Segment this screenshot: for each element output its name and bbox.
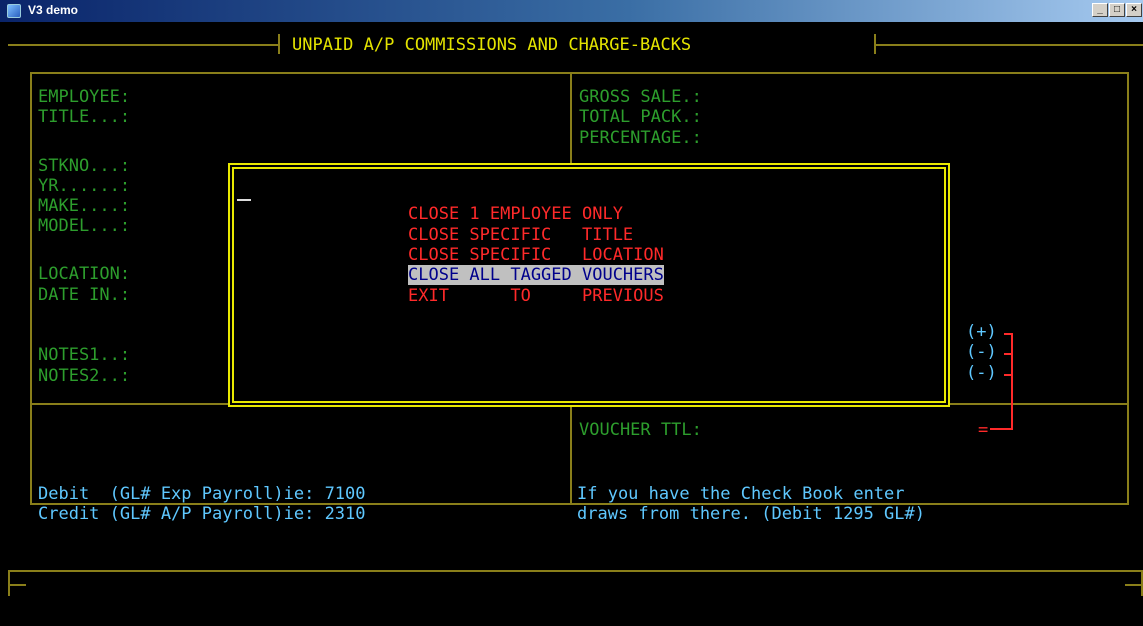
label-notes2: NOTES2..: [38, 366, 131, 386]
menu-item-close-title[interactable]: CLOSE SPECIFIC TITLE [408, 225, 633, 245]
bracket-vertical [1011, 333, 1013, 430]
label-stkno: STKNO...: [38, 156, 131, 176]
status-tick-right [1125, 584, 1143, 586]
calc-minus-2: (-) [966, 363, 997, 383]
status-edge-left [8, 570, 10, 596]
debit-gl-note: Debit (GL# Exp Payroll)ie: 7100 [38, 484, 366, 504]
menu-item-exit[interactable]: EXIT TO PREVIOUS [408, 286, 664, 306]
label-notes1: NOTES1..: [38, 345, 131, 365]
calc-minus-1: (-) [966, 342, 997, 362]
label-total-pack: TOTAL PACK.: [579, 107, 702, 127]
page-title: UNPAID A/P COMMISSIONS AND CHARGE-BACKS [292, 35, 692, 55]
label-date-in: DATE IN.: [38, 285, 131, 305]
app-icon [7, 4, 21, 18]
label-title: TITLE...: [38, 107, 131, 127]
menu-item-close-employee[interactable]: CLOSE 1 EMPLOYEE ONLY [408, 204, 623, 224]
console-screen[interactable]: UNPAID A/P COMMISSIONS AND CHARGE-BACKS … [8, 22, 1143, 626]
label-percentage: PERCENTAGE.: [579, 128, 702, 148]
status-tick-left [8, 584, 26, 586]
label-gross-sale: GROSS SALE.: [579, 87, 702, 107]
label-location: LOCATION: [38, 264, 131, 284]
window-title: V3 demo [28, 3, 79, 17]
credit-gl-note: Credit (GL# A/P Payroll)ie: 2310 [38, 504, 366, 524]
calc-plus: (+) [966, 322, 997, 342]
divider-bottom [570, 405, 572, 503]
divider-top [570, 72, 572, 164]
header-rule-right [874, 44, 1143, 46]
close-icon[interactable]: × [1126, 3, 1142, 17]
check-book-hint-2: draws from there. (Debit 1295 GL#) [577, 504, 925, 524]
close-menu-popup [228, 163, 950, 407]
calc-equals: = [978, 420, 989, 440]
label-model: MODEL...: [38, 216, 131, 236]
minimize-icon[interactable]: _ [1092, 3, 1108, 17]
bracket-bottom [990, 428, 1013, 430]
header-rule-left [8, 44, 278, 46]
menu-item-close-location[interactable]: CLOSE SPECIFIC LOCATION [408, 245, 664, 265]
status-rule-top [8, 570, 1143, 572]
text-cursor [237, 199, 251, 201]
maximize-icon[interactable]: □ [1109, 3, 1125, 17]
label-employee: EMPLOYEE: [38, 87, 131, 107]
menu-item-close-tagged-vouchers[interactable]: CLOSE ALL TAGGED VOUCHERS [408, 265, 664, 285]
label-yr: YR......: [38, 176, 131, 196]
label-make: MAKE....: [38, 196, 131, 216]
window-title-bar[interactable]: V3 demo _ □ × [0, 0, 1143, 22]
header-tick-left [278, 34, 280, 54]
label-voucher-ttl: VOUCHER TTL: [579, 420, 702, 440]
check-book-hint-1: If you have the Check Book enter [577, 484, 905, 504]
